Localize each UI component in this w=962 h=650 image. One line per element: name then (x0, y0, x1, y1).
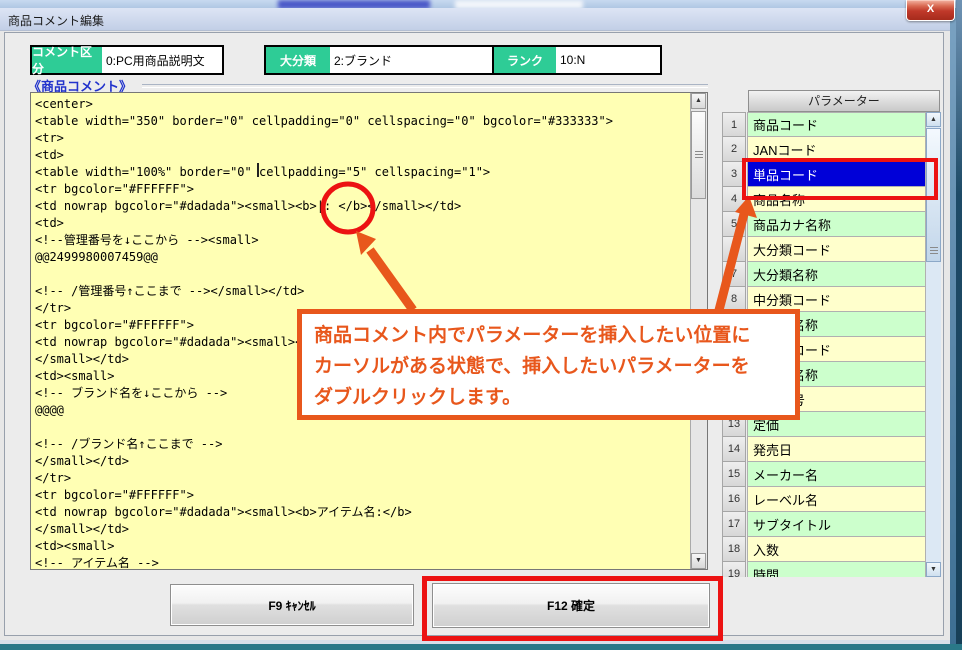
annotation-line: ダブルクリックします。 (314, 382, 795, 413)
parameter-row-number: 17 (722, 512, 746, 537)
parameter-name-cell[interactable]: 単品コード (747, 162, 926, 187)
annotation-line: カーソルがある状態で、挿入したいパラメーターを (314, 351, 795, 382)
parameter-row[interactable]: 19時間 (722, 562, 926, 577)
parameter-list-header: パラメーター (748, 90, 940, 112)
parameter-row-number: 18 (722, 537, 746, 562)
scroll-down-icon[interactable]: ▼ (691, 553, 706, 569)
parameter-name-cell[interactable]: サブタイトル (747, 512, 926, 537)
thumb-grip-icon (695, 151, 703, 152)
parameter-row[interactable]: 18入数 (722, 537, 926, 562)
field-comment-kubun: コメント区分 0:PC用商品説明文 (30, 45, 224, 75)
rank-label: ランク (494, 47, 556, 73)
parameter-row-number: 14 (722, 437, 746, 462)
parameter-row[interactable]: 1商品コード (722, 112, 926, 137)
parameter-name-cell[interactable]: 商品カナ名称 (747, 212, 926, 237)
background-right-edge (956, 0, 962, 650)
parameter-row-number: 7 (722, 262, 746, 287)
parameter-row-number: 15 (722, 462, 746, 487)
parameter-name-cell[interactable]: メーカー名 (747, 462, 926, 487)
close-button[interactable]: X (906, 0, 955, 21)
parameter-row[interactable]: 5商品カナ名称 (722, 212, 926, 237)
parameter-row[interactable]: 7大分類名称 (722, 262, 926, 287)
scrollbar-thumb[interactable] (926, 128, 941, 262)
parameter-row[interactable]: 17サブタイトル (722, 512, 926, 537)
parameter-row-number: 2 (722, 137, 746, 162)
text-cursor-ibeam (257, 163, 259, 177)
parameter-row[interactable]: 14発売日 (722, 437, 926, 462)
annotation-line: 商品コメント内でパラメーターを挿入したい位置に (314, 320, 795, 351)
background-bottom-edge (0, 644, 962, 650)
parameter-row[interactable]: 16レーベル名 (722, 487, 926, 512)
dialog-title: 商品コメント編集 (8, 12, 104, 29)
parameter-row-number: 3 (722, 162, 746, 187)
parameter-name-cell[interactable]: レーベル名 (747, 487, 926, 512)
parameter-row-number: 16 (722, 487, 746, 512)
scroll-up-icon[interactable]: ▲ (926, 112, 941, 127)
parameter-row[interactable]: 3単品コード (722, 162, 926, 187)
scroll-down-icon[interactable]: ▼ (926, 562, 941, 577)
parameter-name-cell[interactable]: 発売日 (747, 437, 926, 462)
parameter-row-number: 19 (722, 562, 746, 577)
field-rank: ランク 10:N (492, 45, 662, 75)
parameter-name-cell[interactable]: 大分類名称 (747, 262, 926, 287)
annotation-callout: 商品コメント内でパラメーターを挿入したい位置に カーソルがある状態で、挿入したい… (297, 309, 800, 420)
parameter-row[interactable]: 6大分類コード (722, 237, 926, 262)
parameter-scrollbar[interactable]: ▲ ▼ (926, 112, 941, 577)
parameter-name-cell[interactable]: 商品コード (747, 112, 926, 137)
parameter-name-cell[interactable]: 大分類コード (747, 237, 926, 262)
parameter-name-cell[interactable]: 商品名称 (747, 187, 926, 212)
comment-kubun-value[interactable]: 0:PC用商品説明文 (102, 47, 222, 73)
parameter-row[interactable]: 2JANコード (722, 137, 926, 162)
field-daibunrui: 大分類 2:ブランド (264, 45, 526, 75)
parameter-name-cell[interactable]: 時間 (747, 562, 926, 577)
parameter-name-cell[interactable]: JANコード (747, 137, 926, 162)
dialog-frame-right (950, 8, 956, 650)
scrollbar-thumb[interactable] (691, 111, 706, 199)
thumb-grip-icon (930, 247, 938, 248)
comment-kubun-label: コメント区分 (32, 47, 102, 73)
confirm-button[interactable]: F12 確定 (432, 583, 710, 628)
parameter-row-number: 4 (722, 187, 746, 212)
rank-value[interactable]: 10:N (556, 47, 660, 73)
parameter-row[interactable]: 4商品名称 (722, 187, 926, 212)
parameter-name-cell[interactable]: 入数 (747, 537, 926, 562)
parameter-row-number: 1 (722, 112, 746, 137)
group-box-line (142, 84, 708, 88)
parameter-row[interactable]: 15メーカー名 (722, 462, 926, 487)
parameter-row-number: 5 (722, 212, 746, 237)
daibunrui-label: 大分類 (266, 47, 330, 73)
cancel-button[interactable]: F9 ｷｬﾝｾﾙ (170, 584, 414, 626)
scroll-up-icon[interactable]: ▲ (691, 93, 706, 109)
parameter-row-number: 6 (722, 237, 746, 262)
titlebar[interactable]: 商品コメント編集 (0, 8, 950, 31)
